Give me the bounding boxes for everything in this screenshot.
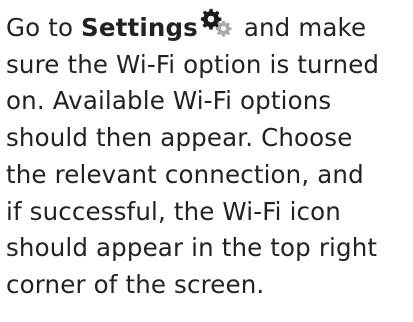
instruction-line-2: sure the Wi-Fi option is turned — [6, 49, 380, 79]
gear-icon — [215, 20, 232, 37]
settings-gear-icon — [200, 8, 236, 38]
instruction-text: Go to Settings and make sure the Wi-Fi o… — [6, 8, 410, 304]
instruction-line-1: Go to Settings and make — [6, 8, 410, 47]
settings-label: Settings — [81, 13, 198, 42]
instruction-line-5: the relevant connection, and — [6, 159, 364, 189]
instruction-line-6: if successful, the Wi-Fi icon — [6, 196, 341, 226]
instruction-line-3: on. Available Wi-Fi options — [6, 86, 332, 116]
instruction-line-8: corner of the screen. — [6, 269, 265, 299]
instruction-line-7: should appear in the top right — [6, 233, 378, 263]
instruction-line-4: should then appear. Choose — [6, 123, 353, 153]
